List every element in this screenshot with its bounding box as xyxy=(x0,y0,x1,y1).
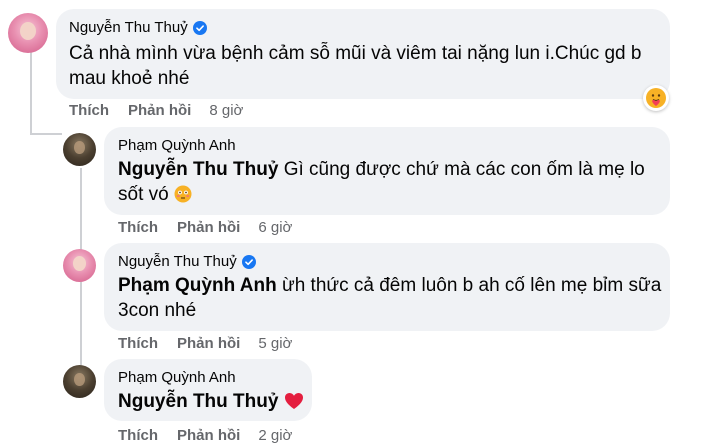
red-heart-emoji-icon xyxy=(284,393,303,409)
comment-text: Cả nhà mình vừa bệnh cảm sỗ mũi và viêm … xyxy=(69,43,642,89)
timestamp[interactable]: 6 giờ xyxy=(258,219,292,236)
comment-actions: Thích Phản hồi 6 giờ xyxy=(118,219,292,236)
thread-line-branch xyxy=(30,133,62,135)
timestamp[interactable]: 5 giờ xyxy=(258,335,292,352)
avatar[interactable] xyxy=(63,133,96,166)
flushed-face-emoji-icon xyxy=(174,185,192,203)
comment-text: Nguyễn Thu Thuỷ xyxy=(118,389,308,414)
reply-link[interactable]: Phản hồi xyxy=(128,102,191,119)
comment-actions: Thích Phản hồi 5 giờ xyxy=(118,335,292,352)
like-link[interactable]: Thích xyxy=(118,427,158,444)
author-name[interactable]: Nguyễn Thu Thuỷ xyxy=(69,19,188,36)
verified-badge-icon xyxy=(241,254,256,269)
author-name[interactable]: Phạm Quỳnh Anh xyxy=(118,137,236,154)
care-reaction-icon[interactable] xyxy=(643,85,669,111)
mention-tag[interactable]: Phạm Quỳnh Anh xyxy=(118,275,277,296)
comment-actions: Thích Phản hồi 8 giờ xyxy=(69,102,243,119)
avatar[interactable] xyxy=(8,13,48,53)
mention-tag[interactable]: Nguyễn Thu Thuỷ xyxy=(118,391,278,412)
avatar[interactable] xyxy=(63,365,96,398)
mention-tag[interactable]: Nguyễn Thu Thuỷ xyxy=(118,159,278,180)
comment-text: Phạm Quỳnh Anh ừh thức cả đêm luôn b ah … xyxy=(118,275,662,321)
verified-badge-icon xyxy=(192,20,207,35)
reply-link[interactable]: Phản hồi xyxy=(177,219,240,236)
like-link[interactable]: Thích xyxy=(69,102,109,119)
reply-link[interactable]: Phản hồi xyxy=(177,335,240,352)
comment-actions: Thích Phản hồi 2 giờ xyxy=(118,427,292,444)
like-link[interactable]: Thích xyxy=(118,335,158,352)
comment-author[interactable]: Nguyễn Thu Thuỷ xyxy=(69,19,207,36)
comment-text: Nguyễn Thu Thuỷ Gì cũng được chứ mà các … xyxy=(118,159,645,205)
like-link[interactable]: Thích xyxy=(118,219,158,236)
avatar[interactable] xyxy=(63,249,96,282)
thread-line-vertical xyxy=(30,52,32,135)
timestamp[interactable]: 2 giờ xyxy=(258,427,292,444)
author-name[interactable]: Nguyễn Thu Thuỷ xyxy=(118,253,237,270)
timestamp[interactable]: 8 giờ xyxy=(209,102,243,119)
author-name[interactable]: Phạm Quỳnh Anh xyxy=(118,369,236,386)
comment-author[interactable]: Phạm Quỳnh Anh xyxy=(118,137,236,154)
comment-author[interactable]: Phạm Quỳnh Anh xyxy=(118,369,236,386)
reply-link[interactable]: Phản hồi xyxy=(177,427,240,444)
comment-author[interactable]: Nguyễn Thu Thuỷ xyxy=(118,253,256,270)
